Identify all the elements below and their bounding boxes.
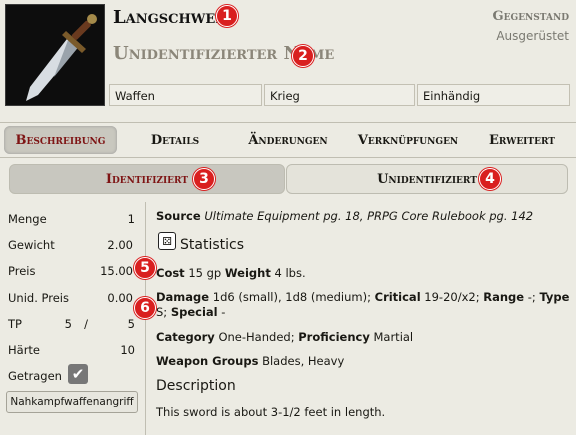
statistics-icon: ⚄ bbox=[158, 232, 176, 250]
price-label: Preis bbox=[8, 264, 36, 278]
tab-details[interactable]: Details bbox=[125, 126, 225, 154]
statistics-heading: Statistics bbox=[180, 237, 244, 253]
item-image[interactable] bbox=[5, 4, 105, 106]
subtab-identified[interactable]: Identifiziert bbox=[9, 164, 285, 194]
sword-icon bbox=[6, 5, 104, 105]
tag-handedness: Einhändig bbox=[417, 84, 570, 106]
description-heading: Description bbox=[156, 378, 236, 394]
quantity-value[interactable]: 1 bbox=[90, 212, 135, 226]
tab-advanced[interactable]: Erweitert bbox=[472, 126, 572, 154]
damage-line: Damage 1d6 (small), 1d8 (medium); Critic… bbox=[156, 290, 570, 319]
hardness-label: Härte bbox=[8, 343, 41, 357]
subtab-unidentified[interactable]: Unidentifiziert bbox=[286, 164, 568, 194]
source-line: Source Ultimate Equipment pg. 18, PRPG C… bbox=[156, 209, 533, 223]
description-text: This sword is about 3-1/2 feet in length… bbox=[156, 405, 386, 419]
annotation-badge-3: 3 bbox=[193, 168, 215, 190]
category-line: Category One-Handed; Proficiency Martial bbox=[156, 330, 414, 344]
source-text: Ultimate Equipment pg. 18, PRPG Core Rul… bbox=[204, 209, 534, 223]
tab-description[interactable]: Beschreibung bbox=[4, 126, 117, 154]
item-status-label: Ausgerüstet bbox=[496, 29, 569, 43]
equipped-label: Getragen bbox=[8, 369, 62, 383]
weight-label: Gewicht bbox=[8, 238, 55, 252]
tag-category: Krieg bbox=[264, 84, 415, 106]
hardness-value[interactable]: 10 bbox=[100, 343, 135, 357]
item-type-label: Gegenstand bbox=[492, 9, 569, 24]
quantity-label: Menge bbox=[8, 212, 47, 226]
unidentified-price-label: Unid. Preis bbox=[8, 291, 69, 305]
source-label: Source bbox=[156, 209, 201, 223]
hp-max[interactable]: 5 bbox=[120, 317, 135, 331]
price-value[interactable]: 15.00 bbox=[90, 264, 133, 278]
annotation-badge-6: 6 bbox=[134, 297, 156, 319]
unidentified-price-value[interactable]: 0.00 bbox=[90, 291, 133, 305]
hp-separator: / bbox=[84, 317, 88, 331]
tag-subtype: Waffen bbox=[109, 84, 262, 106]
tab-changes[interactable]: Änderungen bbox=[232, 126, 344, 154]
check-icon: ✔ bbox=[71, 365, 85, 383]
annotation-badge-4: 4 bbox=[479, 168, 501, 190]
weight-value[interactable]: 2.00 bbox=[90, 238, 133, 252]
annotation-badge-2: 2 bbox=[292, 45, 314, 67]
annotation-badge-5: 5 bbox=[134, 257, 156, 279]
hp-label: TP bbox=[8, 317, 22, 331]
equipped-checkbox[interactable]: ✔ bbox=[68, 364, 88, 384]
hp-current[interactable]: 5 bbox=[60, 317, 72, 331]
tab-links[interactable]: Verknüpfungen bbox=[347, 126, 469, 154]
annotation-badge-1: 1 bbox=[216, 5, 238, 27]
cost-weight-line: Cost 15 gp Weight 4 lbs. bbox=[156, 266, 306, 280]
melee-attack-button[interactable]: Nahkampfwaffenangriff bbox=[6, 391, 138, 413]
weapon-groups-line: Weapon Groups Blades, Heavy bbox=[156, 354, 345, 368]
